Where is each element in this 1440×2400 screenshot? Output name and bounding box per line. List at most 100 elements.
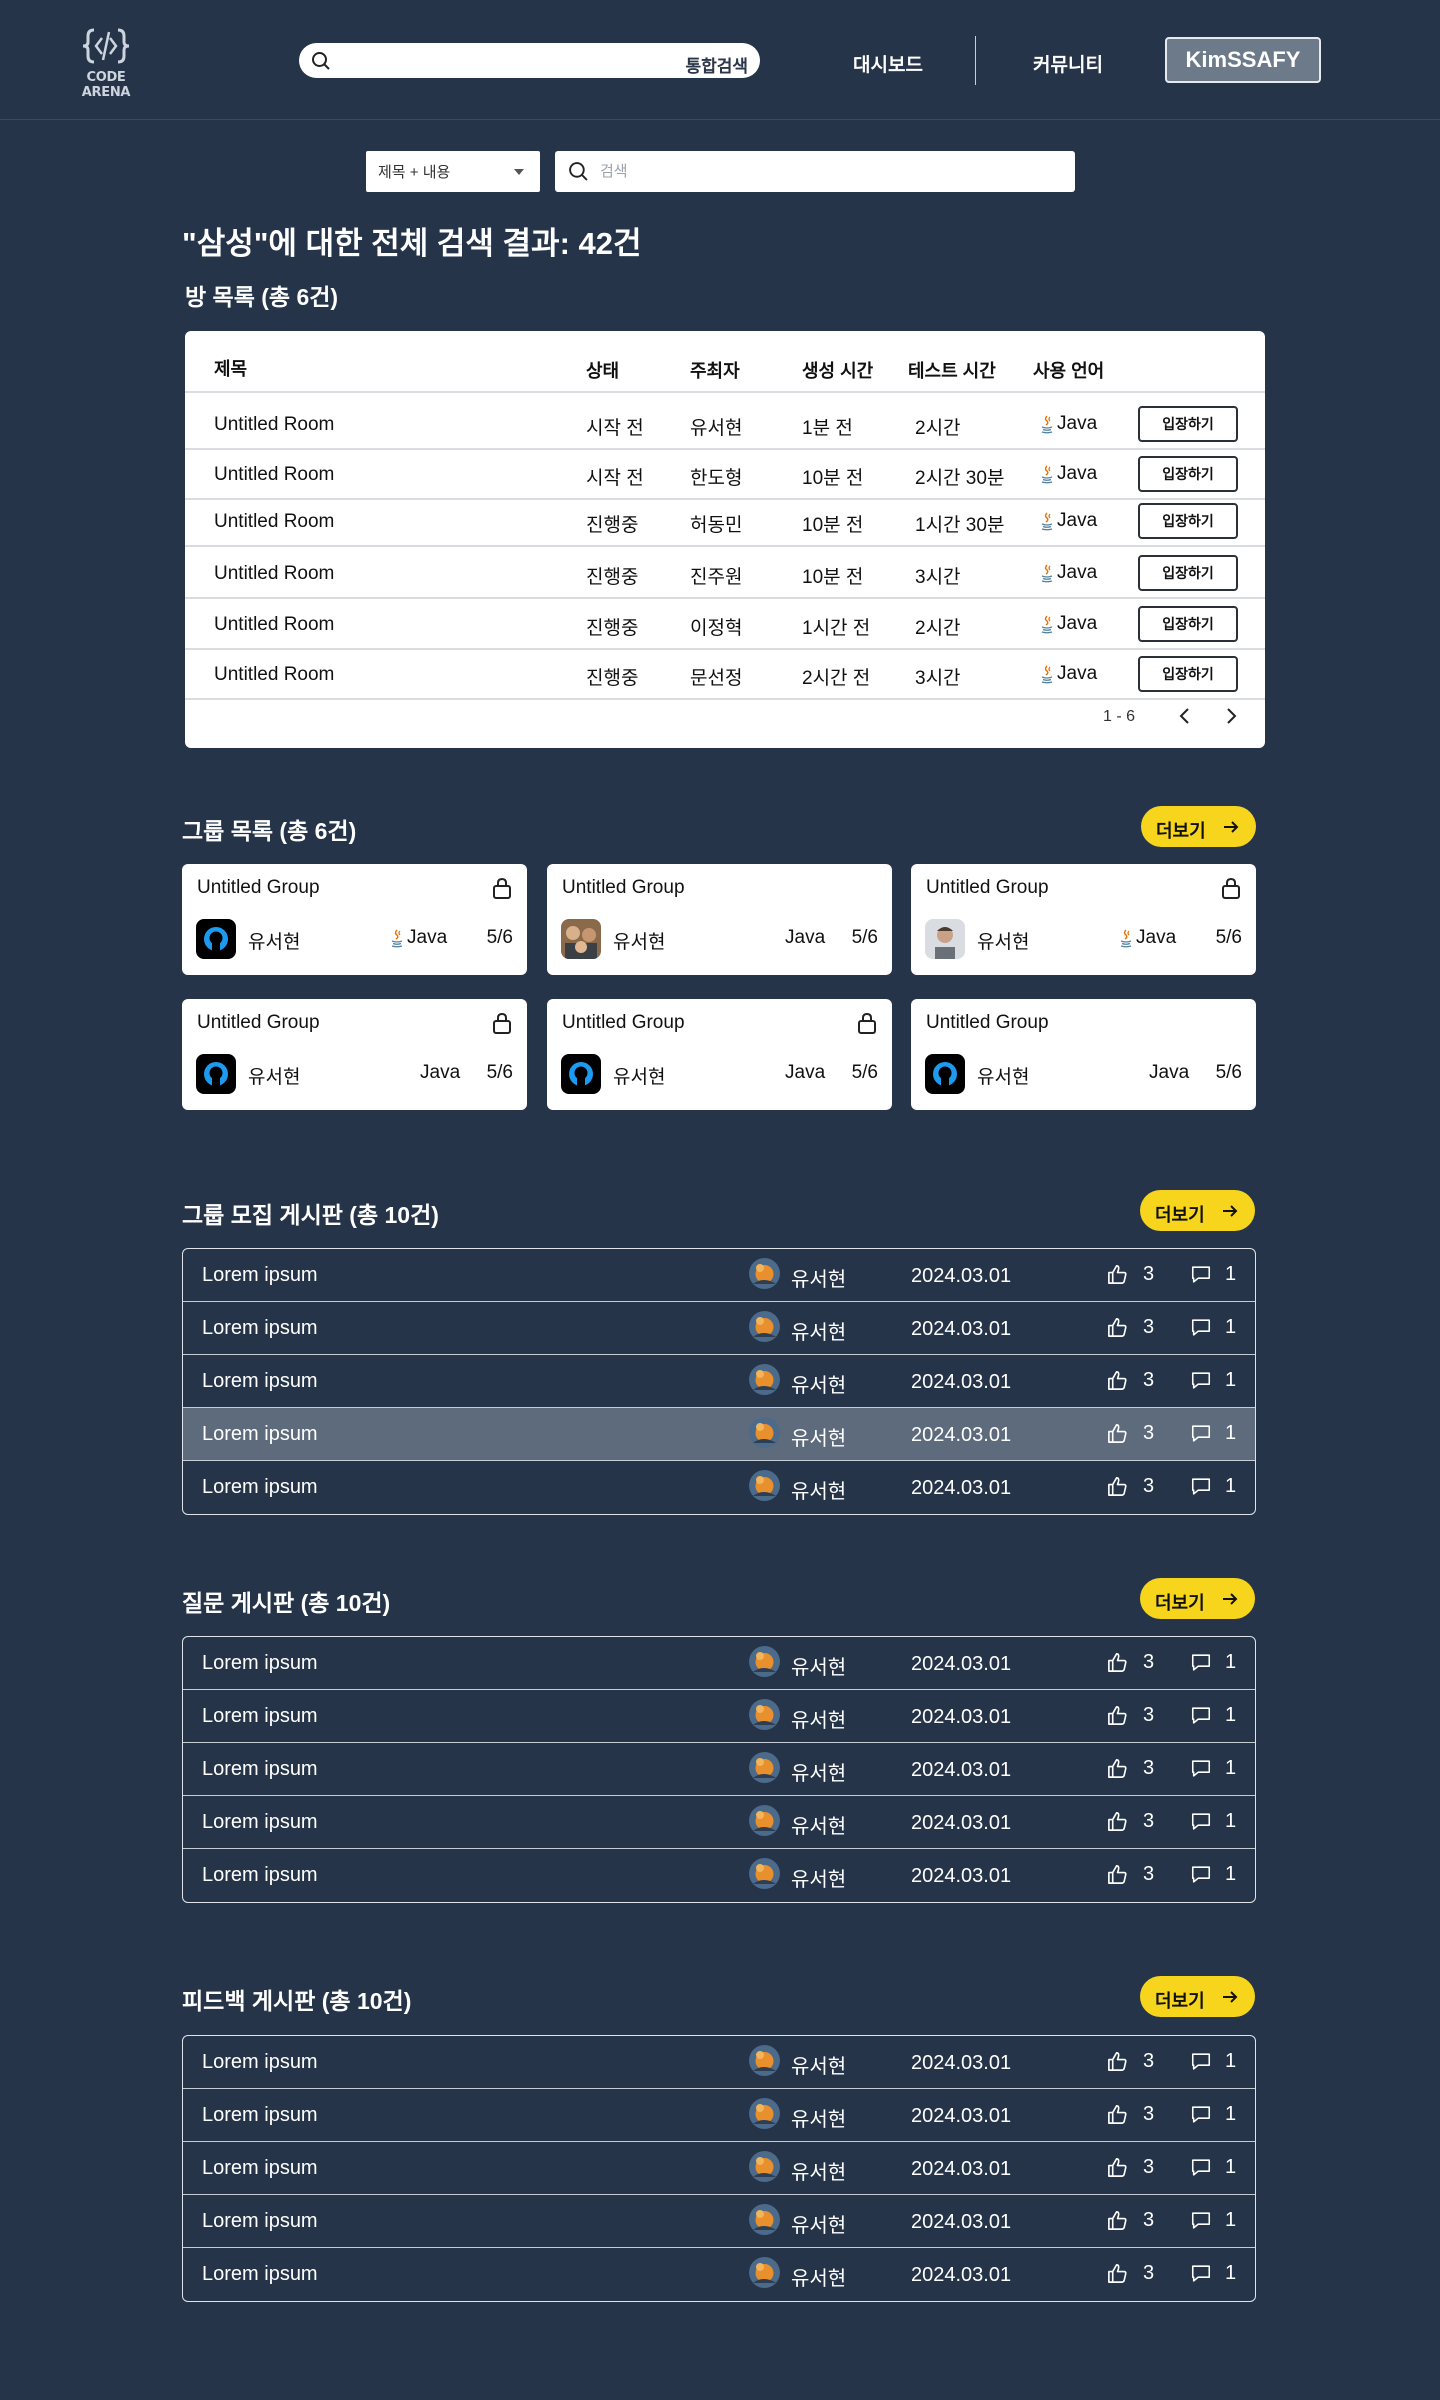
post-title[interactable]: Lorem ipsum (202, 1317, 318, 1340)
groups-more-button[interactable]: 더보기 (1141, 806, 1256, 847)
comment-icon[interactable] (1190, 2157, 1212, 2178)
comment-icon[interactable] (1190, 1758, 1212, 1779)
board-post-row[interactable]: Lorem ipsum 유서현 2024.03.01 3 1 (183, 1796, 1255, 1849)
room-language: Java (1039, 663, 1097, 685)
post-title[interactable]: Lorem ipsum (202, 2263, 318, 2286)
comment-icon[interactable] (1190, 1370, 1212, 1391)
chevron-left-icon[interactable] (1173, 704, 1197, 728)
post-title[interactable]: Lorem ipsum (202, 1370, 318, 1393)
recruit-more-button[interactable]: 더보기 (1140, 1190, 1255, 1231)
board-post-row[interactable]: Lorem ipsum 유서현 2024.03.01 3 1 (183, 1637, 1255, 1690)
board-post-row[interactable]: Lorem ipsum 유서현 2024.03.01 3 1 (183, 2036, 1255, 2089)
rooms-section-title: 방 목록 (총 6건) (185, 284, 339, 310)
comment-icon[interactable] (1190, 1811, 1212, 1832)
java-icon (1120, 929, 1132, 948)
logo[interactable]: CODE ARENA (66, 24, 146, 100)
comment-icon[interactable] (1190, 2263, 1212, 2284)
like-icon[interactable] (1106, 2050, 1129, 2073)
question-more-button[interactable]: 더보기 (1140, 1578, 1255, 1619)
like-icon[interactable] (1106, 2209, 1129, 2232)
like-icon[interactable] (1106, 1316, 1129, 1339)
board-post-row[interactable]: Lorem ipsum 유서현 2024.03.01 3 1 (183, 1408, 1255, 1461)
post-title[interactable]: Lorem ipsum (202, 1652, 318, 1675)
comment-icon[interactable] (1190, 1705, 1212, 1726)
comment-icon[interactable] (1190, 1264, 1212, 1285)
group-card[interactable]: Untitled Group 유서현 Java 5/6 (547, 999, 892, 1110)
board-post-row[interactable]: Lorem ipsum 유서현 2024.03.01 3 1 (183, 2248, 1255, 2301)
board-post-row[interactable]: Lorem ipsum 유서현 2024.03.01 3 1 (183, 1690, 1255, 1743)
board-post-row[interactable]: Lorem ipsum 유서현 2024.03.01 3 1 (183, 1355, 1255, 1408)
enter-room-button[interactable]: 입장하기 (1138, 606, 1238, 642)
post-title[interactable]: Lorem ipsum (202, 2104, 318, 2127)
like-icon[interactable] (1106, 1757, 1129, 1780)
like-icon[interactable] (1106, 1704, 1129, 1727)
room-host: 문선정 (690, 668, 743, 689)
group-card[interactable]: Untitled Group 유서현 Java 5/6 (911, 999, 1256, 1110)
post-title[interactable]: Lorem ipsum (202, 1705, 318, 1728)
comment-icon[interactable] (1190, 1423, 1212, 1444)
comment-icon[interactable] (1190, 1652, 1212, 1673)
post-title[interactable]: Lorem ipsum (202, 1423, 318, 1446)
post-date: 2024.03.01 (911, 2158, 1012, 2180)
user-profile-button[interactable]: KimSSAFY (1165, 37, 1321, 83)
search-input[interactable] (600, 151, 1060, 192)
comment-icon[interactable] (1190, 1864, 1212, 1885)
board-post-row[interactable]: Lorem ipsum 유서현 2024.03.01 3 1 (183, 1849, 1255, 1902)
post-comment-count: 1 (1225, 1810, 1237, 1832)
board-post-row[interactable]: Lorem ipsum 유서현 2024.03.01 3 1 (183, 1249, 1255, 1302)
like-icon[interactable] (1106, 2156, 1129, 2179)
enter-room-button[interactable]: 입장하기 (1138, 456, 1238, 492)
global-search-label[interactable]: 통합검색 (685, 52, 748, 77)
like-icon[interactable] (1106, 2103, 1129, 2126)
like-icon[interactable] (1106, 1810, 1129, 1833)
group-language: Java (785, 927, 825, 949)
group-card[interactable]: Untitled Group 유서현 Java 5/6 (182, 864, 527, 975)
group-card[interactable]: Untitled Group 유서현 Java 5/6 (547, 864, 892, 975)
nav-community[interactable]: 커뮤니티 (1033, 50, 1103, 77)
post-title[interactable]: Lorem ipsum (202, 2157, 318, 2180)
board-post-row[interactable]: Lorem ipsum 유서현 2024.03.01 3 1 (183, 1302, 1255, 1355)
nav-dashboard[interactable]: 대시보드 (853, 50, 923, 77)
post-title[interactable]: Lorem ipsum (202, 1264, 318, 1287)
post-author: 유서현 (791, 1657, 847, 1679)
feedback-more-button[interactable]: 더보기 (1140, 1976, 1255, 2017)
post-title[interactable]: Lorem ipsum (202, 1476, 318, 1499)
board-post-row[interactable]: Lorem ipsum 유서현 2024.03.01 3 1 (183, 1743, 1255, 1796)
enter-room-button[interactable]: 입장하기 (1138, 656, 1238, 692)
group-card[interactable]: Untitled Group 유서현 Java 5/6 (911, 864, 1256, 975)
search-box[interactable] (555, 151, 1075, 192)
global-search-bar[interactable]: 통합검색 (299, 43, 760, 78)
like-icon[interactable] (1106, 2262, 1129, 2285)
post-title[interactable]: Lorem ipsum (202, 1811, 318, 1834)
comment-icon[interactable] (1190, 1476, 1212, 1497)
chevron-right-icon[interactable] (1219, 704, 1243, 728)
like-icon[interactable] (1106, 1475, 1129, 1498)
board-post-row[interactable]: Lorem ipsum 유서현 2024.03.01 3 1 (183, 1461, 1255, 1514)
like-icon[interactable] (1106, 1863, 1129, 1886)
search-filter-select[interactable]: 제목 + 내용 (366, 151, 540, 192)
board-post-row[interactable]: Lorem ipsum 유서현 2024.03.01 3 1 (183, 2089, 1255, 2142)
comment-icon[interactable] (1190, 2104, 1212, 2125)
comment-icon[interactable] (1190, 1317, 1212, 1338)
enter-room-button[interactable]: 입장하기 (1138, 503, 1238, 539)
caret-down-icon (514, 169, 524, 175)
post-title[interactable]: Lorem ipsum (202, 1758, 318, 1781)
like-icon[interactable] (1106, 1422, 1129, 1445)
enter-room-button[interactable]: 입장하기 (1138, 406, 1238, 442)
post-author-avatar (749, 1805, 780, 1836)
enter-room-button[interactable]: 입장하기 (1138, 555, 1238, 591)
comment-icon[interactable] (1190, 2051, 1212, 2072)
board-post-row[interactable]: Lorem ipsum 유서현 2024.03.01 3 1 (183, 2142, 1255, 2195)
comment-icon[interactable] (1190, 2210, 1212, 2231)
post-title[interactable]: Lorem ipsum (202, 2210, 318, 2233)
arrow-right-icon (1224, 821, 1239, 833)
board-post-row[interactable]: Lorem ipsum 유서현 2024.03.01 3 1 (183, 2195, 1255, 2248)
post-title[interactable]: Lorem ipsum (202, 2051, 318, 2074)
post-author-avatar (749, 1364, 780, 1395)
post-title[interactable]: Lorem ipsum (202, 1864, 318, 1887)
group-owner: 유서현 (977, 1067, 1030, 1088)
group-card[interactable]: Untitled Group 유서현 Java 5/6 (182, 999, 527, 1110)
like-icon[interactable] (1106, 1651, 1129, 1674)
like-icon[interactable] (1106, 1369, 1129, 1392)
like-icon[interactable] (1106, 1263, 1129, 1286)
